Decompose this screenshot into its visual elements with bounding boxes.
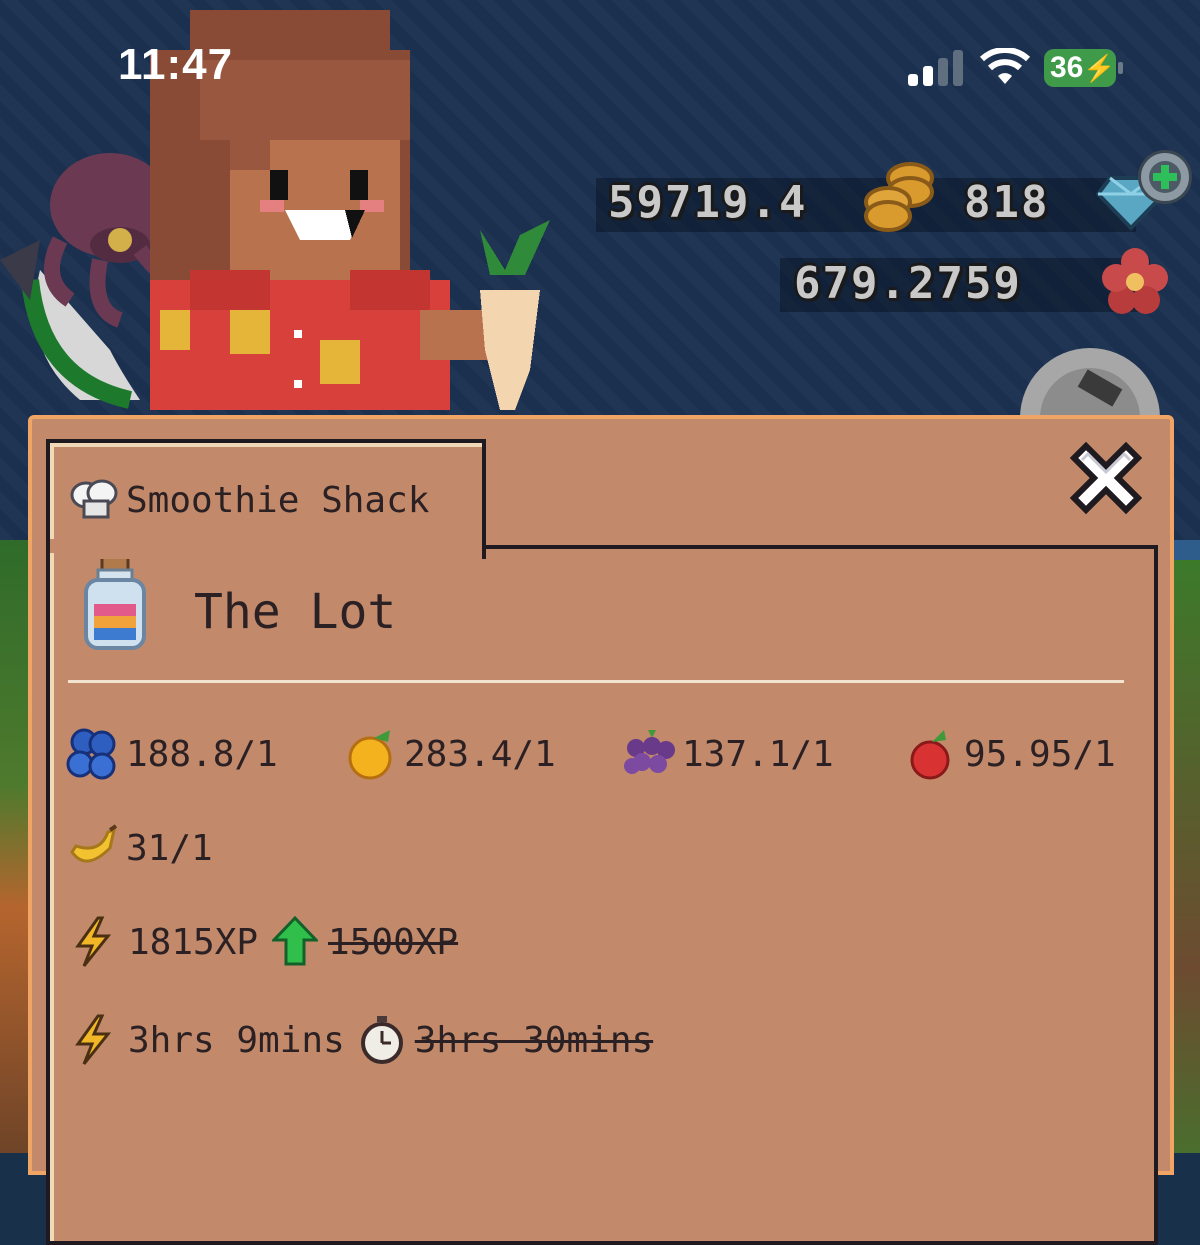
chef-hat-icon — [70, 479, 118, 519]
battery-indicator: 36⚡ — [1044, 49, 1116, 87]
xp-original: 1500XP — [328, 921, 459, 963]
ingredient-amount: 31/1 — [126, 827, 213, 869]
ingredient-orange: 283.4/1 — [344, 728, 556, 780]
time-boosted: 3hrs 9mins — [128, 1019, 345, 1061]
settings-wheel-decoration — [1020, 348, 1160, 418]
tab-join — [50, 539, 478, 553]
buy-gems-button[interactable] — [1138, 150, 1192, 204]
battery-cap — [1118, 62, 1123, 74]
orange-icon — [348, 730, 392, 780]
ingredient-amount: 283.4/1 — [404, 733, 556, 775]
close-button[interactable] — [1066, 438, 1146, 518]
cellular-signal-icon — [908, 50, 966, 86]
gem-balance: 818 — [964, 177, 1050, 228]
ingredient-blueberry: 188.8/1 — [66, 728, 278, 780]
smoothie-bottle-icon — [84, 554, 146, 650]
item-name: The Lot — [194, 584, 397, 640]
coin-stack-icon — [864, 162, 934, 232]
flower-icon — [1102, 248, 1168, 314]
lightning-icon — [75, 916, 112, 967]
duration-row: 3hrs 9mins 3hrs 30mins — [72, 1014, 653, 1066]
boost-arrow-icon — [272, 916, 319, 966]
lightning-icon — [75, 1014, 112, 1065]
tab-label: Smoothie Shack — [126, 479, 430, 521]
header-divider — [68, 680, 1124, 683]
ingredient-apple: 95.95/1 — [904, 728, 1116, 780]
wifi-icon — [980, 48, 1030, 84]
coin-balance: 59719.4 — [608, 177, 808, 228]
ingredient-banana: 31/1 — [66, 822, 213, 874]
ingredient-amount: 188.8/1 — [126, 733, 278, 775]
xp-reward-row: 1815XP 1500XP — [72, 916, 458, 968]
flower-balance: 679.2759 — [794, 258, 1022, 309]
ingredient-grape: 137.1/1 — [622, 728, 834, 780]
status-time: 11:47 — [118, 40, 234, 89]
time-original: 3hrs 30mins — [414, 1019, 654, 1061]
plus-icon — [1149, 161, 1181, 193]
ingredient-amount: 95.95/1 — [964, 733, 1116, 775]
charging-bolt-icon: ⚡ — [1083, 53, 1116, 83]
apple-icon — [910, 730, 950, 780]
tab-header: Smoothie Shack — [68, 477, 429, 523]
recipe-content-box — [46, 545, 1158, 1245]
blueberry-icon — [66, 728, 116, 780]
grape-icon — [624, 730, 675, 774]
xp-boosted: 1815XP — [128, 921, 259, 963]
banana-icon — [70, 824, 118, 863]
stopwatch-icon — [360, 1016, 403, 1064]
battery-level: 36 — [1050, 51, 1084, 84]
panel-inner: Smoothie Shack — [46, 439, 1158, 1245]
ingredient-amount: 137.1/1 — [682, 733, 834, 775]
